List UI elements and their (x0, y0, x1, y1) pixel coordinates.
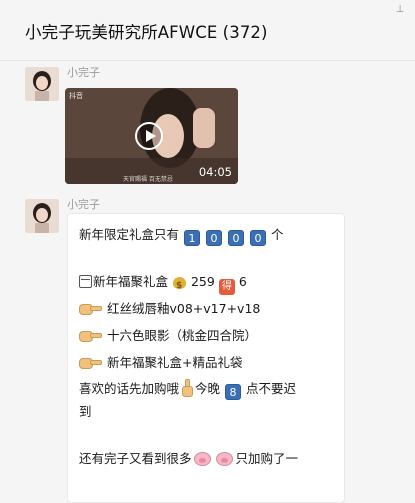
line-text: 点不要迟 (246, 381, 297, 396)
line-text: 十六色眼影（桃金四合院） (107, 328, 258, 343)
video-duration: 04:05 (198, 165, 232, 179)
bubble-line: 还有完子又看到很多 只加购了一 (79, 450, 298, 468)
count-text: 6 (238, 274, 247, 289)
video-watermark: 抖音 (69, 92, 83, 100)
gift-icon (79, 275, 92, 288)
number-0-icon: 0 (250, 230, 267, 246)
de-icon: 得 (218, 279, 235, 295)
sender-name: 小完子 (67, 198, 100, 211)
number-0-icon: 0 (228, 230, 245, 246)
pin-icon[interactable]: ⊥ (395, 4, 405, 16)
money-bag-icon (172, 273, 187, 295)
bubble-line: 红丝绒唇釉v08+v17+v18 (79, 300, 260, 318)
bubble-line: 十六色眼影（桃金四合院） (79, 327, 257, 345)
bubble-line: 到 (79, 403, 92, 421)
line-text: 新年限定礼盒只有 (79, 227, 180, 242)
line-text: 还有完子又看到很多 (79, 451, 192, 466)
chat-title: 小完子玩美研究所AFWCE (372) (25, 23, 268, 42)
play-icon[interactable] (135, 122, 163, 150)
sender-name: 小完子 (67, 66, 100, 79)
pig-icon (193, 451, 212, 466)
chat-header: 小完子玩美研究所AFWCE (372) ⊥ (0, 0, 415, 61)
line-text: 只加购了一 (235, 451, 299, 466)
bubble-line: 新年限定礼盒只有 1 0 0 0 个 (79, 226, 284, 246)
number-1-icon: 1 (184, 230, 201, 246)
line-text: 喜欢的话先加购哦 (79, 381, 180, 396)
line-text: 今晚 (195, 381, 221, 396)
avatar[interactable] (25, 67, 59, 101)
line-text: 新年福聚礼盒 (93, 274, 169, 289)
bubble-line: 喜欢的话先加购哦 今晚 8 点不要迟 (79, 379, 296, 400)
bubble-line: 新年福聚礼盒 259 得 6 (79, 273, 247, 295)
number-0-icon: 0 (206, 230, 223, 246)
line-text: 个 (271, 227, 284, 242)
message-bubble[interactable]: 新年限定礼盒只有1000个 新年福聚礼盒 259 得 6 红丝绒唇釉v08+v1… (67, 213, 345, 503)
price-text: 259 (190, 274, 215, 289)
point-up-icon (181, 379, 194, 397)
number-8-icon: 8 (225, 384, 242, 400)
avatar[interactable] (25, 199, 59, 233)
video-message[interactable]: 抖音 天官赐福 百无禁忌 04:05 (65, 88, 238, 184)
line-text: 新年福聚礼盒+精品礼袋 (107, 355, 243, 370)
pig-icon (215, 451, 234, 466)
pointing-hand-icon (79, 356, 102, 369)
pointing-hand-icon (79, 329, 102, 342)
video-caption: 天官赐福 百无禁忌 (123, 176, 173, 183)
bubble-line: 新年福聚礼盒+精品礼袋 (79, 354, 242, 372)
line-text: 红丝绒唇釉v08+v17+v18 (107, 301, 261, 316)
pointing-hand-icon (79, 302, 102, 315)
line-text: 到 (79, 404, 92, 419)
